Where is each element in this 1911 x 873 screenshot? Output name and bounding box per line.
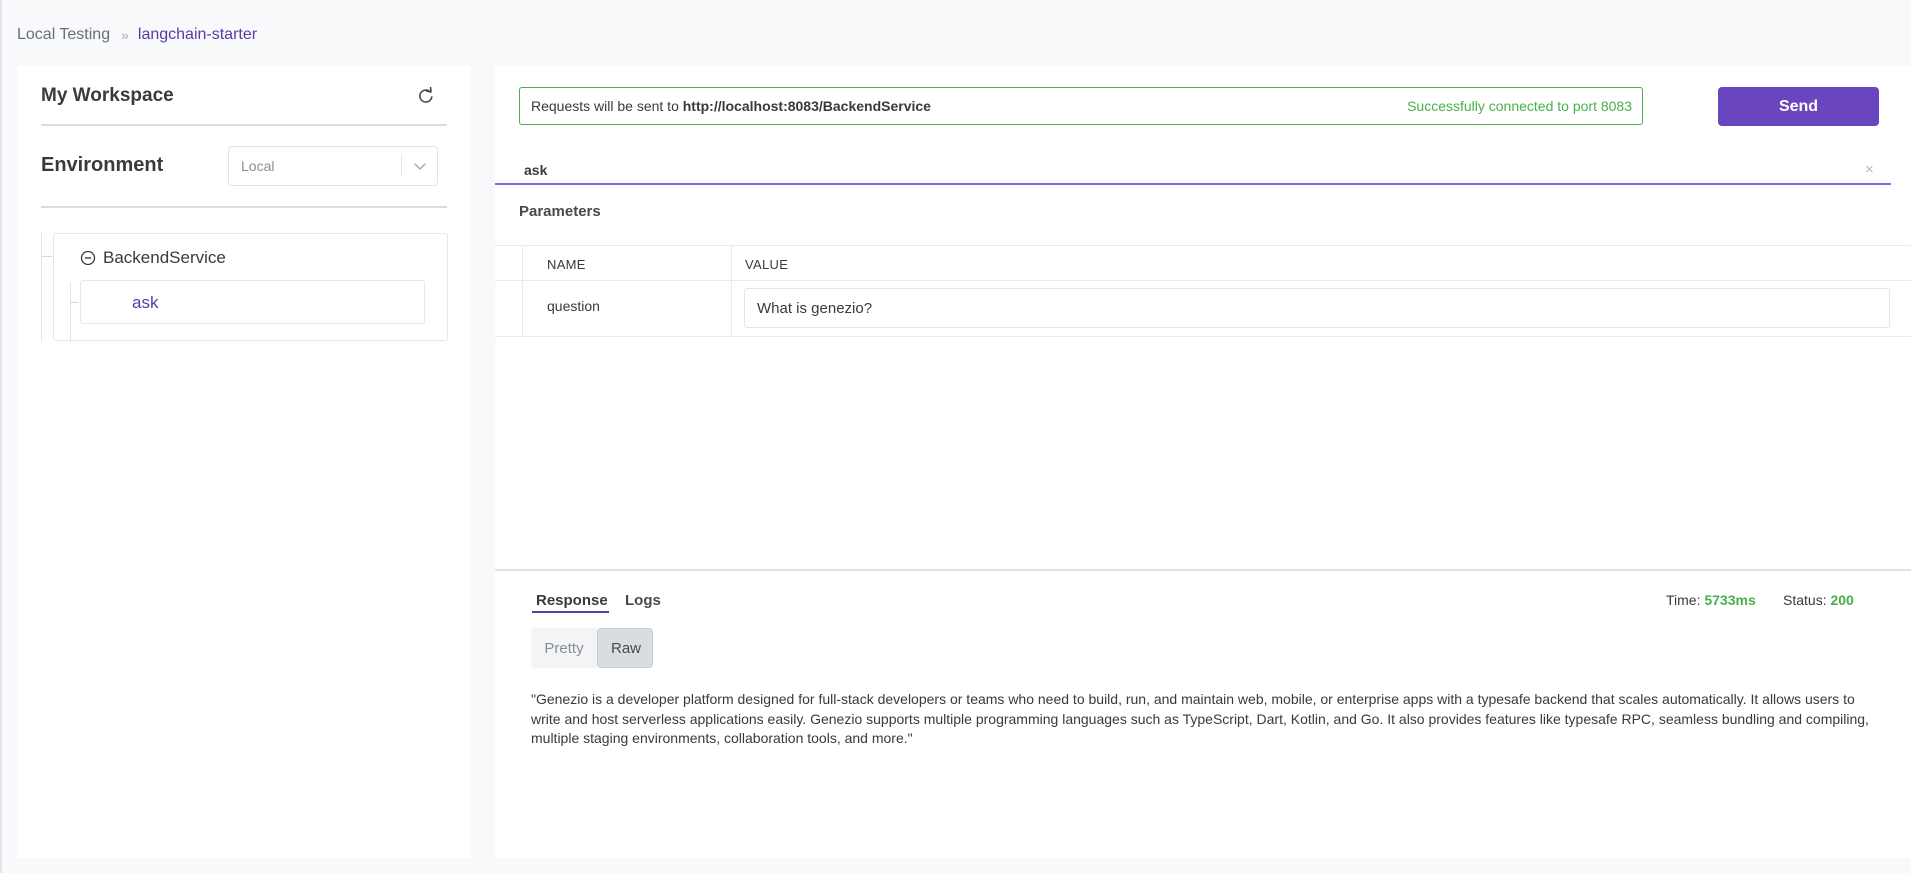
- url-text: Requests will be sent to http://localhos…: [531, 98, 931, 114]
- method-item-ask[interactable]: ask: [80, 280, 425, 324]
- chevron-down-icon[interactable]: [412, 157, 428, 175]
- time-value: 5733ms: [1704, 592, 1756, 608]
- url-prefix-label: Requests will be sent to: [531, 98, 683, 114]
- active-tab-indicator: [532, 611, 609, 613]
- send-button[interactable]: Send: [1718, 87, 1879, 126]
- url-value: http://localhost:8083/BackendService: [682, 98, 931, 114]
- refresh-icon[interactable]: [416, 86, 436, 106]
- panel-resize-handle[interactable]: [495, 569, 1911, 571]
- table-header: NAME VALUE: [495, 245, 1911, 281]
- column-header-value: VALUE: [745, 257, 789, 272]
- minus-circle-icon[interactable]: [80, 250, 96, 266]
- parameter-value-input[interactable]: [744, 288, 1890, 328]
- workspace-sidebar: My Workspace Environment Local BackendSe…: [17, 66, 471, 858]
- environment-select[interactable]: Local: [228, 146, 438, 186]
- column-divider: [522, 245, 523, 337]
- service-header[interactable]: BackendService: [80, 248, 226, 268]
- response-body: "Genezio is a developer platform designe…: [531, 691, 1869, 746]
- workspace-title: My Workspace: [41, 85, 174, 106]
- parameter-name: question: [547, 298, 600, 314]
- tab-response[interactable]: Response: [536, 592, 608, 609]
- breadcrumb: Local Testing » langchain-starter: [17, 26, 257, 44]
- table-row: question: [495, 281, 1911, 337]
- status-label: Status:: [1783, 592, 1831, 608]
- close-icon[interactable]: ×: [1865, 161, 1874, 178]
- response-status: Status: 200: [1783, 592, 1854, 608]
- breadcrumb-root-link[interactable]: Local Testing: [17, 26, 110, 44]
- request-panel: Requests will be sent to http://localhos…: [495, 66, 1911, 858]
- service-name: BackendService: [103, 248, 226, 267]
- method-name: ask: [132, 293, 159, 312]
- sidebar-divider: [41, 206, 447, 208]
- status-value: 200: [1830, 592, 1854, 608]
- tab-logs[interactable]: Logs: [625, 592, 661, 609]
- column-header-name: NAME: [547, 257, 586, 272]
- service-tree: BackendService ask: [41, 233, 448, 342]
- environment-label: Environment: [41, 154, 164, 176]
- connection-status: Successfully connected to port 8083: [1407, 98, 1632, 114]
- method-tab-title[interactable]: ask: [524, 162, 547, 178]
- tree-connector: [42, 256, 52, 257]
- breadcrumb-separator: »: [121, 27, 129, 43]
- method-tab-indicator: [495, 183, 1891, 185]
- response-time: Time: 5733ms: [1666, 592, 1756, 608]
- parameters-title: Parameters: [519, 203, 601, 220]
- tree-connector: [70, 282, 71, 342]
- column-divider: [731, 245, 732, 337]
- format-pretty-button[interactable]: Pretty: [531, 628, 597, 668]
- format-toggle: Pretty Raw: [531, 628, 653, 668]
- time-label: Time:: [1666, 592, 1705, 608]
- breadcrumb-current[interactable]: langchain-starter: [138, 26, 257, 44]
- tree-connector: [70, 302, 78, 303]
- environment-select-value: Local: [241, 158, 275, 174]
- request-url-bar: Requests will be sent to http://localhos…: [519, 87, 1643, 125]
- service-node: BackendService ask: [53, 233, 448, 342]
- app-page: Local Testing » langchain-starter My Wor…: [0, 0, 1911, 873]
- window-edge: [0, 0, 2, 873]
- sidebar-divider: [41, 124, 447, 126]
- format-raw-button[interactable]: Raw: [597, 628, 653, 668]
- select-separator: [401, 155, 402, 177]
